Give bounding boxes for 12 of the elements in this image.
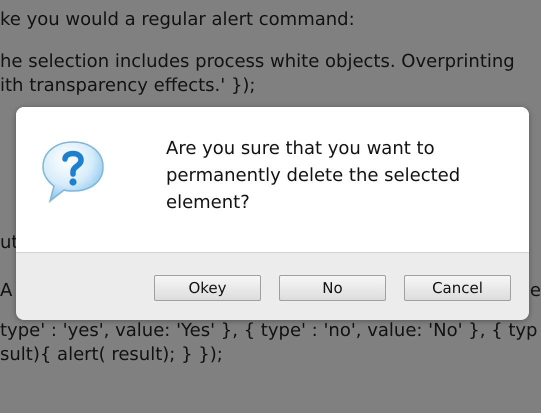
page-text: sult){ alert( result); } }); xyxy=(0,343,223,367)
dialog-button[interactable]: No xyxy=(279,275,386,301)
dialog-button[interactable]: Okey xyxy=(154,275,261,301)
dialog-button[interactable]: Cancel xyxy=(404,275,511,301)
page-text: e xyxy=(530,279,541,303)
dialog-message: Are you sure that you want to permanently delete the selected element? xyxy=(166,137,462,215)
page-text: he selection includes process white objects. Overprinting xyxy=(0,50,515,74)
page-text: type' : 'yes', value: 'Yes' }, { type' : 'no', value: 'No' }, { typ xyxy=(0,319,538,343)
page-text: ke you would a regular alert command: xyxy=(0,8,355,32)
page-text: ith transparency effects.' }); xyxy=(0,74,256,98)
question-bubble-icon xyxy=(40,139,106,205)
page-text: A xyxy=(0,279,12,303)
